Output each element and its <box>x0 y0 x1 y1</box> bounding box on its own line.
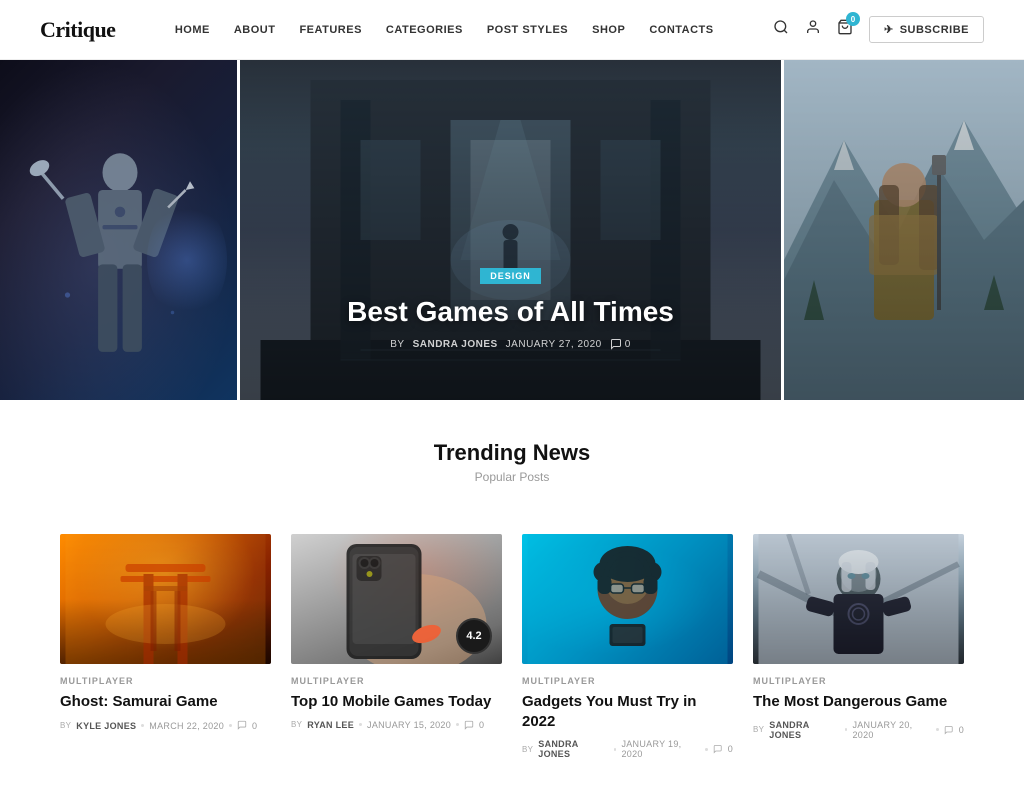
card-1[interactable]: Multiplayer Ghost: Samurai Game BY Kyle … <box>60 534 271 759</box>
card-1-author: Kyle Jones <box>76 721 136 731</box>
nav-categories[interactable]: Categories <box>386 24 463 36</box>
nav-about[interactable]: About <box>234 24 276 36</box>
card-4-author: Sandra Jones <box>769 720 839 740</box>
card-3-category: Multiplayer <box>522 676 733 686</box>
card-2[interactable]: 4.2 Multiplayer Top 10 Mobile Games Toda… <box>291 534 502 759</box>
hero-slide-center[interactable]: Design Best Games of All Times BY Sandra… <box>240 60 784 400</box>
card-1-date: March 22, 2020 <box>149 721 224 731</box>
card-2-title: Top 10 Mobile Games Today <box>291 692 502 712</box>
trending-title: Trending News <box>60 440 964 466</box>
card-3-title: Gadgets You Must Try in 2022 <box>522 692 733 731</box>
trending-subtitle: Popular Posts <box>60 470 964 484</box>
hero-author: Sandra Jones <box>413 339 498 350</box>
card-1-title: Ghost: Samurai Game <box>60 692 271 712</box>
site-header: Critique Home About Features Categories … <box>0 0 1024 60</box>
card-4[interactable]: Multiplayer The Most Dangerous Game BY S… <box>753 534 964 759</box>
search-icon[interactable] <box>773 19 789 40</box>
card-2-category: Multiplayer <box>291 676 502 686</box>
trending-section: Trending News Popular Posts <box>0 400 1024 534</box>
hero-slider: Design Best Games of All Times BY Sandra… <box>0 60 1024 400</box>
hero-date: January 27, 2020 <box>506 339 602 350</box>
comment-icon: 0 <box>610 338 631 350</box>
hero-title: Best Games of All Times <box>240 296 781 328</box>
logo[interactable]: Critique <box>40 17 115 43</box>
nav-features[interactable]: Features <box>299 24 361 36</box>
rating-badge: 4.2 <box>456 618 492 654</box>
cards-grid: Multiplayer Ghost: Samurai Game BY Kyle … <box>0 534 1024 799</box>
send-icon: ✈ <box>884 23 894 36</box>
card-4-image <box>753 534 964 664</box>
nav-contacts[interactable]: Contacts <box>649 24 713 36</box>
card-3-meta: BY Sandra Jones January 19, 2020 0 <box>522 739 733 759</box>
card-3-comments: 0 <box>728 744 733 754</box>
card-2-meta: BY Ryan Lee January 15, 2020 0 <box>291 720 502 730</box>
card-4-comments: 0 <box>959 725 964 735</box>
cart-icon-wrapper[interactable]: 0 <box>837 19 853 40</box>
card-2-image: 4.2 <box>291 534 502 664</box>
card-4-category: Multiplayer <box>753 676 964 686</box>
card-1-comments: 0 <box>252 721 257 731</box>
card-1-category: Multiplayer <box>60 676 271 686</box>
card-3[interactable]: Multiplayer Gadgets You Must Try in 2022… <box>522 534 733 759</box>
nav-post-styles[interactable]: Post Styles <box>487 24 568 36</box>
cart-badge: 0 <box>846 12 860 26</box>
card-3-author: Sandra Jones <box>538 739 608 759</box>
card-2-comments: 0 <box>479 720 484 730</box>
card-4-title: The Most Dangerous Game <box>753 692 964 712</box>
card-3-date: January 19, 2020 <box>621 739 700 759</box>
card-4-meta: BY Sandra Jones January 20, 2020 0 <box>753 720 964 740</box>
main-nav: Home About Features Categories Post Styl… <box>175 24 714 36</box>
card-1-image <box>60 534 271 664</box>
card-2-date: January 15, 2020 <box>367 720 451 730</box>
card-4-date: January 20, 2020 <box>852 720 931 740</box>
hero-slide-left[interactable] <box>0 60 240 400</box>
card-2-author: Ryan Lee <box>307 720 354 730</box>
hero-meta: BY Sandra Jones January 27, 2020 0 <box>240 338 781 350</box>
card-3-image <box>522 534 733 664</box>
subscribe-button[interactable]: ✈ Subscribe <box>869 16 984 43</box>
nav-home[interactable]: Home <box>175 24 210 36</box>
hero-slide-right[interactable] <box>784 60 1024 400</box>
nav-shop[interactable]: Shop <box>592 24 625 36</box>
hero-center-content: Design Best Games of All Times BY Sandra… <box>240 266 781 350</box>
hero-badge: Design <box>480 268 541 284</box>
user-icon[interactable] <box>805 19 821 40</box>
dot-2 <box>229 724 232 727</box>
card-1-comment-icon <box>237 720 247 732</box>
card-1-meta: BY Kyle Jones March 22, 2020 0 <box>60 720 271 732</box>
dot-1 <box>141 724 144 727</box>
